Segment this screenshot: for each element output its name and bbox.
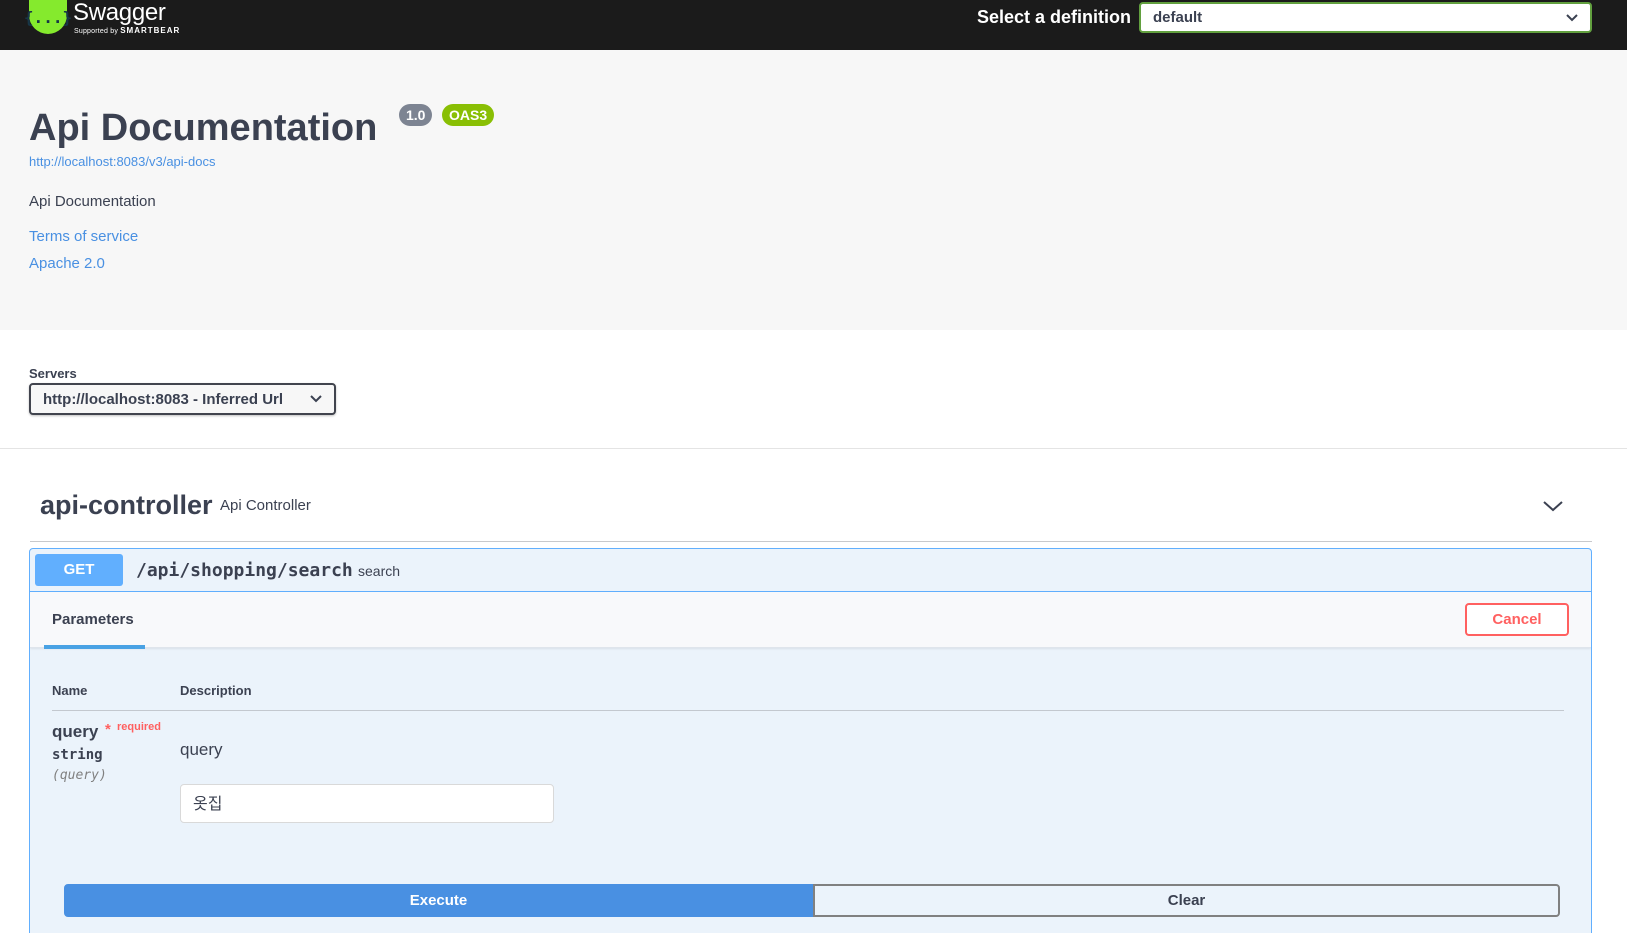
page-title: Api Documentation: [29, 107, 378, 149]
table-divider: [52, 710, 1564, 711]
swagger-logo-icon: {...}: [24, 0, 72, 34]
clear-button[interactable]: Clear: [813, 884, 1560, 917]
spec-url-link[interactable]: http://localhost:8083/v3/api-docs: [29, 154, 215, 169]
http-method-badge: GET: [35, 554, 123, 586]
swagger-logo-text: Swagger Supported by SMARTBEAR: [73, 0, 180, 36]
parameter-name: query: [52, 722, 99, 741]
tag-description: Api Controller: [220, 497, 311, 514]
api-description: Api Documentation: [29, 193, 156, 210]
logo-supported-text: Supported by: [74, 28, 119, 35]
required-star: *: [105, 721, 111, 738]
operation-summary-text: search: [358, 563, 401, 579]
license-link[interactable]: Apache 2.0: [29, 255, 105, 272]
parameters-header: Parameters Cancel: [30, 592, 1591, 649]
operation-path: /api/shopping/search: [136, 560, 353, 581]
terms-of-service-link[interactable]: Terms of service: [29, 228, 138, 245]
logo-supported-by: Supported by SMARTBEAR: [74, 26, 180, 36]
query-input[interactable]: 옷집: [180, 784, 554, 823]
column-header-name: Name: [52, 683, 88, 698]
servers-select-value: http://localhost:8083 - Inferred Url: [43, 390, 284, 408]
logo-brand-text: SMARTBEAR: [120, 26, 181, 35]
collapse-chevron-icon[interactable]: [1542, 498, 1564, 514]
chevron-down-icon: [310, 395, 322, 403]
tag-name: api-controller: [40, 490, 213, 520]
top-bar: {...} Swagger Supported by SMARTBEAR Sel…: [0, 0, 1627, 50]
cancel-button[interactable]: Cancel: [1465, 603, 1569, 636]
logo-name: Swagger: [73, 0, 166, 26]
oas-badge: OAS3: [442, 104, 495, 126]
servers-label: Servers: [29, 366, 77, 381]
column-header-description: Description: [180, 683, 252, 698]
parameter-description: query: [180, 740, 223, 759]
definition-label: Select a definition: [977, 7, 1132, 27]
section-divider: [0, 448, 1627, 449]
definition-select[interactable]: default: [1139, 2, 1592, 33]
chevron-down-icon: [1566, 13, 1578, 21]
definition-select-value: default: [1153, 9, 1203, 26]
tag-header-api-controller[interactable]: api-controller Api Controller: [30, 480, 1592, 542]
operation-summary[interactable]: GET /api/shopping/search search: [30, 549, 1591, 592]
parameter-type: string: [52, 747, 103, 763]
operation-get-search: GET /api/shopping/search search Paramete…: [29, 548, 1592, 933]
servers-select[interactable]: http://localhost:8083 - Inferred Url: [29, 383, 336, 415]
required-label: required: [117, 721, 162, 733]
swagger-logo[interactable]: {...} Swagger Supported by SMARTBEAR: [24, 0, 180, 40]
parameter-location: (query): [52, 768, 107, 783]
info-section: Api Documentation 1.0 OAS3 http://localh…: [0, 50, 1627, 330]
execute-button[interactable]: Execute: [64, 884, 813, 917]
tab-parameters[interactable]: Parameters: [44, 611, 145, 649]
version-badge: 1.0: [399, 104, 433, 126]
